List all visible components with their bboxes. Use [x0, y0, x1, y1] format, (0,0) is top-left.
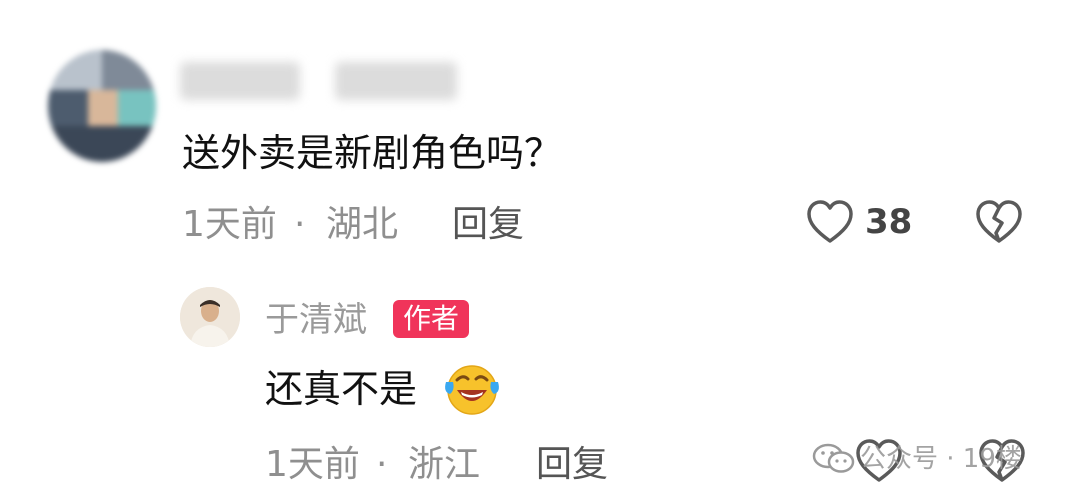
heart-icon — [807, 200, 853, 243]
broken-heart-icon — [976, 200, 1022, 243]
like-count: 38 — [865, 202, 913, 242]
face-with-tears-of-joy-icon — [441, 360, 503, 416]
reply-reply-button[interactable]: 回复 — [536, 447, 608, 483]
meta-separator: · — [294, 204, 306, 245]
commenter-name-blurred[interactable] — [180, 62, 300, 100]
comment-location: 湖北 — [326, 204, 399, 245]
dislike-button[interactable] — [975, 199, 1023, 245]
commenter-name-blurred-2[interactable] — [335, 62, 457, 100]
author-name[interactable]: 于清斌 — [265, 303, 367, 337]
comment-thread: 送外卖是新剧角色吗？ 1天前 · 湖北 回复 38 于清斌 作者 还真不是 1天… — [0, 0, 1080, 499]
like-button[interactable] — [806, 199, 854, 245]
reply-time: 1天前 — [265, 444, 360, 485]
author-photo-icon — [180, 287, 240, 347]
comment-text: 送外卖是新剧角色吗？ — [182, 131, 563, 175]
watermark-text: 公众号 · 19楼 — [860, 444, 1022, 474]
reply-meta-separator: · — [376, 444, 388, 485]
commenter-avatar[interactable] — [48, 50, 156, 162]
reply-location: 浙江 — [408, 444, 481, 485]
reply-text: 还真不是 — [265, 367, 418, 411]
author-badge: 作者 — [393, 300, 470, 338]
author-avatar[interactable] — [180, 287, 240, 347]
reply-button[interactable]: 回复 — [452, 207, 524, 243]
comment-time: 1天前 — [182, 204, 277, 245]
wechat-icon — [812, 442, 856, 476]
